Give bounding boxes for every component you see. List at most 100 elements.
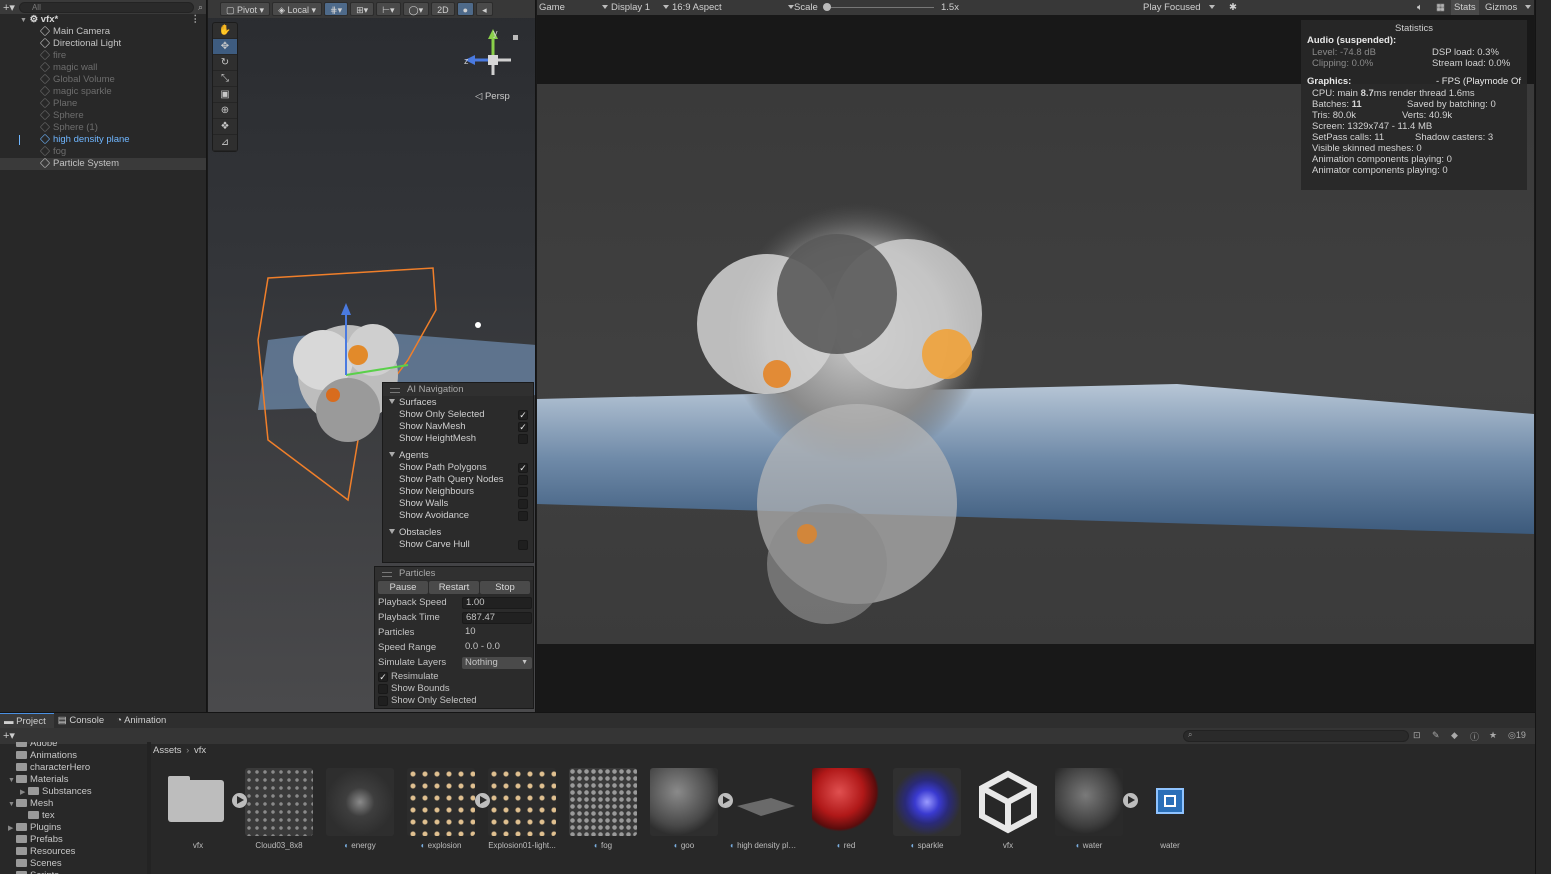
agents-section[interactable]: Agents <box>383 449 533 462</box>
expand-asset-play-icon[interactable] <box>1123 793 1138 808</box>
hidden-packages-toggle[interactable]: ◎19 <box>1508 730 1526 741</box>
folder-tree-item[interactable]: characterHero <box>0 762 147 774</box>
checkbox[interactable] <box>518 487 528 497</box>
nav-option[interactable]: Show NavMesh ✓ <box>383 421 533 433</box>
expand-asset-play-icon[interactable] <box>232 793 247 808</box>
scene-root[interactable]: ▼ ⚙ vfx* ⋮ <box>0 14 206 26</box>
nav-option[interactable]: Show Neighbours <box>383 486 533 498</box>
asset-item[interactable]: ◐ fog <box>568 768 638 850</box>
restart-button[interactable]: Restart <box>429 581 479 594</box>
gizmos-dropdown[interactable]: Gizmos <box>1485 0 1531 15</box>
hierarchy-item[interactable]: Main Camera <box>0 25 206 38</box>
hierarchy-item[interactable]: fire <box>0 49 206 62</box>
checkbox[interactable] <box>518 475 528 485</box>
hierarchy-item[interactable]: magic wall <box>0 61 206 74</box>
hierarchy-item[interactable]: Sphere (1) <box>0 121 206 134</box>
scale-slider-track[interactable] <box>827 7 934 8</box>
hierarchy-item[interactable]: Plane <box>0 97 206 110</box>
folder-tree-item[interactable]: ▶ Plugins <box>0 822 147 834</box>
game-view-dropdown[interactable]: Game <box>539 0 608 15</box>
scene-view[interactable]: ▢ Pivot ▾ ◈ Local ▾ ⋕▾ ⊞▾ ⊢▾ ◯▾ 2D ● ◂ ✋… <box>208 0 536 712</box>
surfaces-section[interactable]: Surfaces <box>383 396 533 409</box>
pause-button[interactable]: Pause <box>378 581 428 594</box>
checkbox[interactable] <box>518 540 528 550</box>
add-icon[interactable]: +▾ <box>3 1 15 14</box>
search-by-label-icon[interactable]: ✎ <box>1432 730 1440 741</box>
asset-item[interactable]: Cloud03_8x8 <box>244 768 314 850</box>
asset-item[interactable]: ◐ sparkle <box>892 768 962 850</box>
hierarchy-item[interactable]: Directional Light <box>0 37 206 50</box>
aspect-dropdown[interactable]: 16:9 Aspect <box>672 0 795 15</box>
stop-button[interactable]: Stop <box>480 581 530 594</box>
nav-option[interactable]: Show Only Selected ✓ <box>383 409 533 421</box>
checkbox[interactable] <box>378 696 388 706</box>
playback-speed-field[interactable]: 1.00 <box>462 596 532 609</box>
nav-option[interactable]: Show Carve Hull <box>383 539 533 551</box>
nav-option[interactable]: Show Avoidance <box>383 510 533 522</box>
asset-item[interactable]: vfx <box>163 768 233 850</box>
hierarchy-item[interactable]: high density plane <box>0 133 206 146</box>
scale-slider-handle[interactable] <box>823 3 831 11</box>
checkbox[interactable]: ✓ <box>518 410 528 420</box>
search-by-type-icon[interactable]: ⊡ <box>1413 730 1421 741</box>
favorite-icon[interactable]: ★ <box>1489 730 1497 741</box>
folder-tree-item[interactable]: ▼ Materials <box>0 774 147 786</box>
asset-item[interactable]: ◐ water <box>1054 768 1124 850</box>
folder-tree-item[interactable]: ▶ Substances <box>0 786 147 798</box>
nav-option[interactable]: Show Path Polygons ✓ <box>383 462 533 474</box>
breadcrumb-vfx[interactable]: vfx <box>194 745 206 756</box>
asset-item[interactable]: ◐ energy <box>325 768 395 850</box>
asset-item[interactable]: Explosion01-light... <box>487 768 557 850</box>
playback-time-field[interactable]: 687.47 <box>462 611 532 624</box>
particle-option[interactable]: Show Only Selected <box>375 695 533 707</box>
folder-tree-item[interactable]: Scenes <box>0 858 147 870</box>
folder-tree-item[interactable]: Prefabs <box>0 834 147 846</box>
tag-icon[interactable]: ◆ <box>1451 730 1458 741</box>
folder-tree-item[interactable]: Adobe <box>0 742 147 750</box>
breadcrumb-assets[interactable]: Assets <box>153 745 182 756</box>
tree-scrollbar[interactable] <box>147 742 151 874</box>
particle-option[interactable]: Show Bounds <box>375 683 533 695</box>
hierarchy-item[interactable]: Sphere <box>0 109 206 122</box>
simulate-layers-dropdown[interactable]: Nothing ▼ <box>462 656 532 669</box>
tab-animation[interactable]: ◔ Animation <box>112 713 174 728</box>
asset-item[interactable]: water <box>1135 768 1205 850</box>
folder-tree-item[interactable]: ▼ Mesh <box>0 798 147 810</box>
checkbox[interactable]: ✓ <box>378 672 388 682</box>
particle-option[interactable]: ✓ Resimulate <box>375 671 533 683</box>
nav-option[interactable]: Show HeightMesh <box>383 433 533 445</box>
folder-tree-item[interactable]: Scripts <box>0 870 147 874</box>
search-options-icon[interactable]: ⌕ <box>198 2 203 13</box>
checkbox[interactable]: ✓ <box>518 463 528 473</box>
nav-option[interactable]: Show Walls <box>383 498 533 510</box>
display-dropdown[interactable]: Display 1 <box>611 0 669 15</box>
particles-title[interactable]: Particles <box>375 567 533 580</box>
create-asset-icon[interactable]: +▾ <box>3 729 15 742</box>
hierarchy-item[interactable]: magic sparkle <box>0 85 206 98</box>
asset-item[interactable]: ◐ explosion <box>406 768 476 850</box>
bug-icon[interactable]: ✱ <box>1229 0 1237 15</box>
project-search-input[interactable] <box>1183 730 1409 742</box>
checkbox[interactable] <box>378 684 388 694</box>
play-mode-dropdown[interactable]: Play Focused <box>1143 0 1216 15</box>
hierarchy-item[interactable]: fog <box>0 145 206 158</box>
obstacles-section[interactable]: Obstacles <box>383 526 533 539</box>
folder-tree-item[interactable]: tex <box>0 810 147 822</box>
asset-item[interactable]: ◐ goo <box>649 768 719 850</box>
asset-item[interactable]: vfx <box>973 768 1043 850</box>
aspect-grid-icon[interactable]: ▦ <box>1436 0 1445 15</box>
folder-tree-item[interactable]: Resources <box>0 846 147 858</box>
mute-audio-icon[interactable]: 🔈︎ <box>1417 0 1423 15</box>
tab-console[interactable]: ▤ Console <box>54 713 112 728</box>
hierarchy-item[interactable]: Global Volume <box>0 73 206 86</box>
asset-item[interactable]: ◐ high density plane <box>730 768 800 850</box>
nav-option[interactable]: Show Path Query Nodes <box>383 474 533 486</box>
expand-asset-play-icon[interactable] <box>718 793 733 808</box>
ai-navigation-title[interactable]: AI Navigation <box>383 383 533 396</box>
checkbox[interactable] <box>518 499 528 509</box>
expand-arrow-icon[interactable]: ▼ <box>20 17 27 24</box>
tab-project[interactable]: ▬ Project <box>0 713 54 728</box>
more-options-icon[interactable]: ⋮ <box>191 14 201 26</box>
asset-item[interactable]: ◐ red <box>811 768 881 850</box>
checkbox[interactable] <box>518 434 528 444</box>
